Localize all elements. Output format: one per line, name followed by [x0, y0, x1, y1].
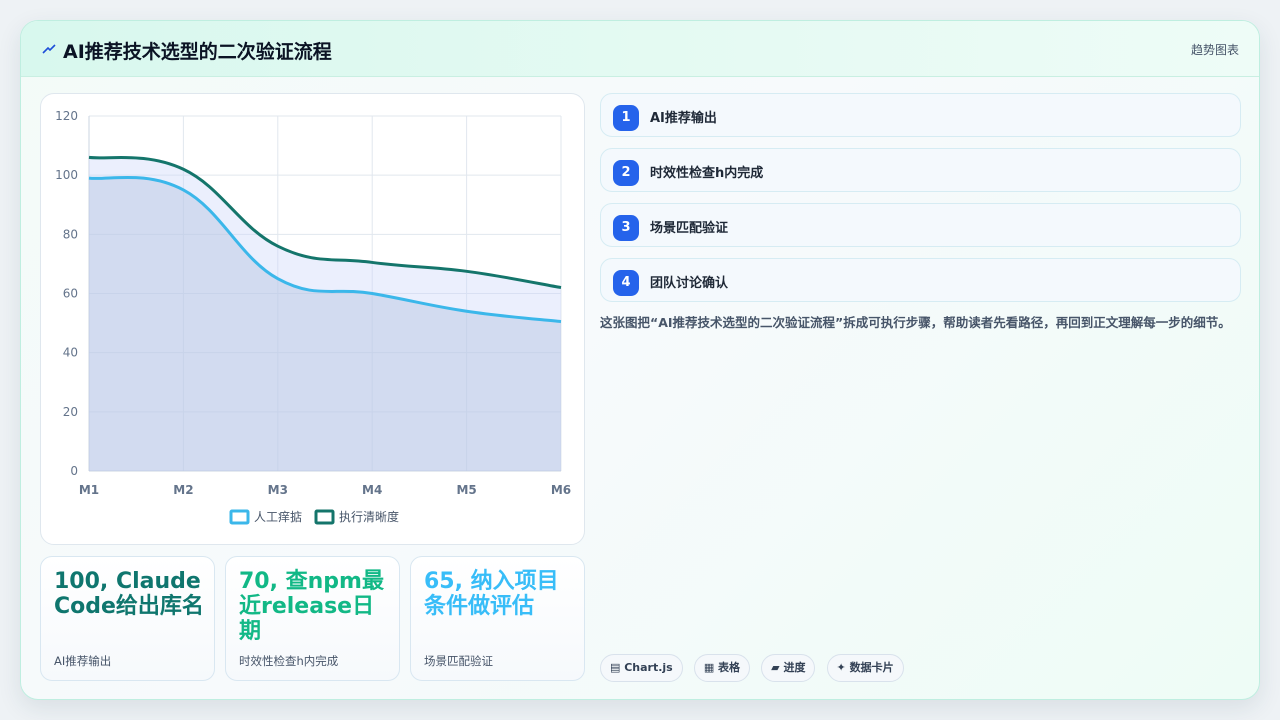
y-tick-label: 60	[63, 287, 78, 301]
step-item: 1 AI推荐输出	[600, 93, 1241, 137]
x-tick-label: M1	[79, 483, 99, 497]
stat-label: 场景匹配验证	[424, 654, 493, 668]
step-label: 时效性检查h内完成	[650, 166, 764, 181]
main-card: AI推荐技术选型的二次验证流程 趋势图表 0 20 40 60 80 100 120 M1 M2…	[20, 20, 1260, 700]
trend-icon	[42, 44, 56, 54]
y-tick-label: 0	[70, 464, 78, 478]
stat-label: AI推荐输出	[54, 654, 112, 668]
step-item: 4 团队讨论确认	[600, 258, 1241, 302]
step-label: 场景匹配验证	[650, 221, 729, 236]
step-label: AI推荐输出	[650, 111, 717, 126]
area-chart: 0 20 40 60 80 100 120 M1 M2 M3 M4 M5 M6 人工痒掂 执行清晰度	[55, 109, 571, 525]
stat-value: 65, 纳入项目条件做评估	[424, 569, 559, 619]
x-tick-label: M6	[551, 483, 571, 497]
legend-swatch	[314, 509, 335, 525]
chart-panel: 0 20 40 60 80 100 120 M1 M2 M3 M4 M5 M6 人工痒掂 执行清晰度	[40, 93, 585, 545]
legend-swatch	[229, 509, 250, 525]
step-label: 团队讨论确认	[650, 276, 729, 291]
x-tick-label: M2	[173, 483, 193, 497]
legend-label: 执行清晰度	[339, 509, 399, 524]
step-item: 2 时效性检查h内完成	[600, 148, 1241, 192]
step-item: 3 场景匹配验证	[600, 203, 1241, 247]
header-bar: AI推荐技术选型的二次验证流程 趋势图表	[21, 21, 1259, 77]
y-tick-label: 120	[55, 109, 78, 123]
step-number-badge: 3	[613, 215, 639, 241]
x-tick-label: M3	[268, 483, 288, 497]
chip-progress[interactable]: ▰ 进度	[761, 654, 816, 682]
stat-card: 100, Claude Code给出库名 AI推荐输出	[40, 556, 215, 681]
x-tick-label: M4	[362, 483, 382, 497]
chip-data-card[interactable]: ✦ 数据卡片	[826, 654, 904, 682]
header-tag: 趋势图表	[1190, 43, 1239, 57]
description-text: 这张图把“AI推荐技术选型的二次验证流程”拆成可执行步骤，帮助读者先看路径，再回…	[600, 315, 1231, 330]
stat-label: 时效性检查h内完成	[239, 654, 339, 668]
chip-chartjs[interactable]: ▤ Chart.js	[600, 654, 683, 682]
page-title: AI推荐技术选型的二次验证流程	[63, 41, 332, 63]
y-tick-label: 100	[55, 168, 78, 182]
stat-card: 65, 纳入项目条件做评估 场景匹配验证	[410, 556, 585, 681]
stat-value: 70, 查npm最近release日期	[239, 569, 384, 644]
y-tick-label: 20	[63, 405, 78, 419]
legend-label: 人工痒掂	[254, 509, 302, 524]
stat-card: 70, 查npm最近release日期 时效性检查h内完成	[225, 556, 400, 681]
stat-value: 100, Claude Code给出库名	[54, 569, 204, 619]
step-number-badge: 1	[613, 105, 639, 131]
step-number-badge: 4	[613, 270, 639, 296]
tech-chip-row: ▤ Chart.js ▦ 表格 ▰ 进度 ✦ 数据卡片	[600, 654, 910, 682]
y-tick-label: 80	[63, 227, 78, 241]
x-tick-label: M5	[456, 483, 476, 497]
step-number-badge: 2	[613, 160, 639, 186]
chip-table[interactable]: ▦ 表格	[693, 654, 751, 682]
step-list: 1 AI推荐输出 2 时效性检查h内完成 3 场景匹配验证 4 团队讨论确认	[600, 93, 1241, 313]
y-tick-label: 40	[63, 346, 78, 360]
series-area-fill	[89, 177, 561, 471]
